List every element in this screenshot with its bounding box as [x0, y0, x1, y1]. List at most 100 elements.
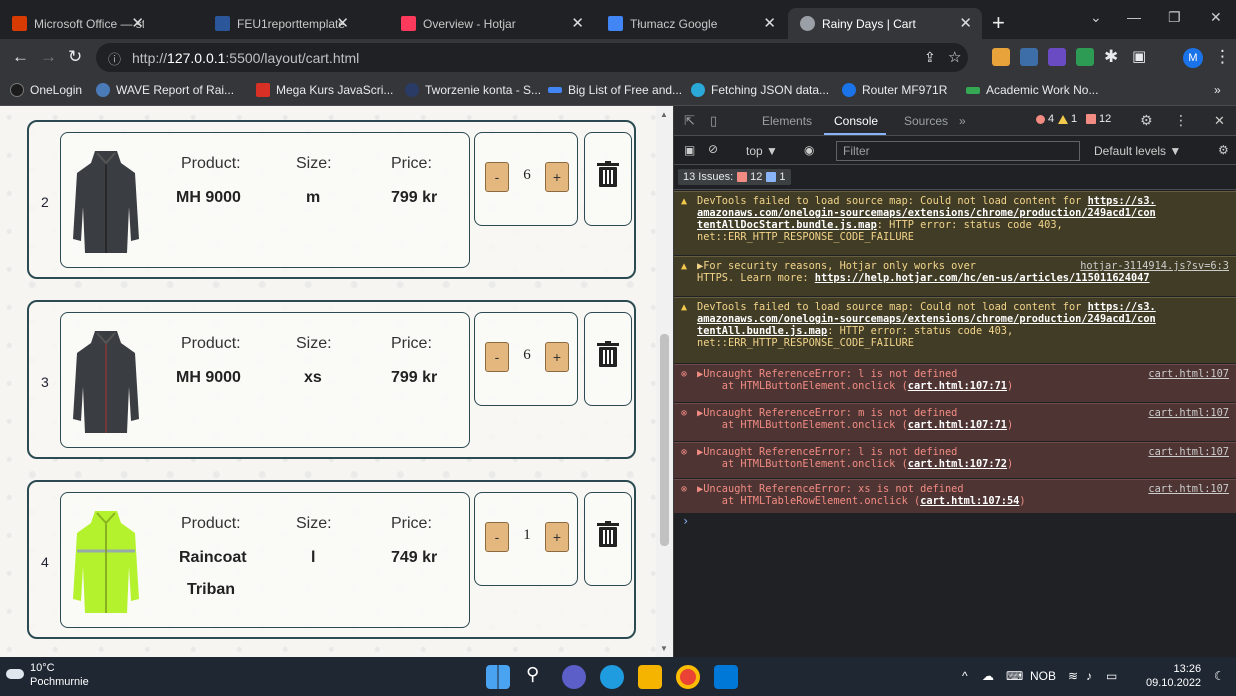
volume-icon[interactable]: ♪ [1086, 669, 1092, 683]
message-source-link[interactable]: cart.html:107 [1148, 483, 1229, 495]
tab-console[interactable]: Console [834, 114, 878, 128]
bookmark-big-list[interactable]: Big List of Free and... [548, 83, 682, 97]
device-toolbar-icon[interactable]: ▯ [710, 113, 717, 129]
message-link[interactable]: amazonaws.com/onelogin-sourcemaps/extens… [697, 207, 1229, 219]
tab-google-translate[interactable]: Tłumacz Google ✕ [596, 8, 786, 39]
message-source-link[interactable]: cart.html:107 [1148, 446, 1229, 458]
message-source-link[interactable]: hotjar-3114914.js?sv=6:3 [1080, 260, 1229, 272]
extension-icon[interactable] [1048, 48, 1066, 66]
cart-item[interactable]: 4 Product: Size: Price: Raincoat Triban … [27, 480, 636, 639]
message-link[interactable]: cart.html:107:72 [908, 458, 1007, 470]
bookmark-academic-work[interactable]: Academic Work No... [966, 83, 1098, 97]
increase-quantity-button[interactable]: + [545, 342, 569, 372]
bookmark-onelogin[interactable]: OneLogin [10, 83, 82, 97]
battery-icon[interactable]: ▭ [1106, 669, 1117, 683]
notifications-icon[interactable]: ☾ [1214, 669, 1225, 683]
puzzle-icon[interactable]: ✱ [1104, 47, 1118, 67]
file-explorer-icon[interactable] [638, 665, 662, 689]
window-close-icon[interactable]: ✕ [1210, 9, 1222, 26]
issues-bar[interactable]: 13 Issues: 12 1 [674, 165, 1236, 190]
issues-summary[interactable]: 13 Issues: 12 1 [678, 169, 791, 185]
back-icon[interactable]: ← [12, 47, 29, 67]
tray-overflow-icon[interactable]: ^ [962, 669, 968, 683]
bookmark-fetching-json[interactable]: Fetching JSON data... [691, 83, 829, 97]
message-link[interactable]: https://help.hotjar.com/hc/en-us/article… [815, 272, 1150, 284]
console-message-warning[interactable]: ▲ DevTools failed to load source map: Co… [674, 191, 1236, 255]
log-levels-dropdown[interactable]: Default levels ▼ [1094, 144, 1181, 158]
clock[interactable]: 13:26 09.10.2022 [1146, 662, 1201, 690]
console-settings-icon[interactable]: ⚙ [1218, 143, 1229, 157]
increase-quantity-button[interactable]: + [545, 162, 569, 192]
clear-console-icon[interactable]: ⊘ [708, 142, 718, 156]
devtools-menu-icon[interactable]: ⋮ [1174, 112, 1188, 129]
more-tabs-icon[interactable]: » [959, 114, 966, 128]
extension-icon[interactable] [1076, 48, 1094, 66]
tab-feu-report[interactable]: FEU1reporttemplate (3).d ✕ [203, 8, 359, 39]
increase-quantity-button[interactable]: + [545, 522, 569, 552]
warning-count-badge[interactable]: 1 [1058, 113, 1077, 125]
delete-item-button[interactable] [584, 492, 632, 586]
scroll-thumb[interactable] [660, 334, 669, 546]
console-message-warning[interactable]: ▲ DevTools failed to load source map: Co… [674, 297, 1236, 363]
message-link[interactable]: cart.html:107:71 [908, 380, 1007, 392]
close-icon[interactable]: ✕ [336, 14, 349, 32]
decrease-quantity-button[interactable]: - [485, 522, 509, 552]
close-icon[interactable]: ✕ [131, 14, 144, 32]
tab-elements[interactable]: Elements [762, 114, 812, 128]
restore-icon[interactable]: ❐ [1168, 9, 1181, 26]
menu-icon[interactable]: ⋮ [1214, 47, 1231, 67]
tab-rainy-days-cart[interactable]: Rainy Days | Cart ✕ [788, 8, 982, 39]
onedrive-icon[interactable]: ☁ [982, 669, 994, 683]
console-message-error[interactable]: ⊗ cart.html:107 ▶Uncaught ReferenceError… [674, 479, 1236, 513]
extension-icon[interactable] [992, 48, 1010, 66]
decrease-quantity-button[interactable]: - [485, 342, 509, 372]
close-icon[interactable]: ✕ [571, 14, 584, 32]
message-link[interactable]: https://s3. [1088, 301, 1156, 313]
share-icon[interactable]: ⇪ [924, 49, 936, 66]
message-link[interactable]: cart.html:107:54 [920, 495, 1019, 507]
close-icon[interactable]: ✕ [959, 14, 972, 32]
windows-start-icon[interactable] [486, 665, 510, 689]
cart-item[interactable]: 2 Product: Size: Price: MH 9000 m 799 kr… [27, 120, 636, 279]
inspect-element-icon[interactable]: ⇱ [684, 113, 695, 129]
tab-hotjar[interactable]: Overview - Hotjar ✕ [389, 8, 594, 39]
message-source-link[interactable]: cart.html:107 [1148, 407, 1229, 419]
tab-sources[interactable]: Sources [904, 114, 948, 128]
filter-input[interactable]: Filter [836, 141, 1080, 161]
search-icon[interactable]: ⚲ [526, 664, 539, 685]
tab-search-icon[interactable]: ⌄ [1090, 9, 1102, 26]
chrome-icon[interactable] [676, 665, 700, 689]
message-link[interactable]: amazonaws.com/onelogin-sourcemaps/extens… [697, 313, 1229, 325]
avatar[interactable]: M [1183, 48, 1203, 68]
chat-icon[interactable] [562, 665, 586, 689]
message-link[interactable]: tentAllDocStart.bundle.js.map [697, 219, 877, 231]
forward-icon[interactable]: → [40, 47, 57, 67]
bookmark-wave[interactable]: WAVE Report of Rai... [96, 83, 234, 97]
vscode-icon[interactable] [714, 665, 738, 689]
more-bookmarks-icon[interactable]: » [1214, 83, 1221, 97]
decrease-quantity-button[interactable]: - [485, 162, 509, 192]
keyboard-icon[interactable]: ⌨ [1006, 669, 1023, 683]
bookmark-mega-kurs[interactable]: Mega Kurs JavaScri... [256, 83, 393, 97]
tab-microsoft-office[interactable]: Microsoft Office — strona ✕ [0, 8, 154, 39]
error-count-badge[interactable]: 4 [1036, 113, 1054, 125]
console-prompt[interactable]: › [682, 514, 689, 528]
settings-gear-icon[interactable]: ⚙ [1140, 112, 1153, 129]
extension-icon[interactable] [1020, 48, 1038, 66]
new-tab-icon[interactable]: + [992, 10, 1005, 36]
cart-item[interactable]: 3 Product: Size: Price: MH 9000 xs 799 k… [27, 300, 636, 459]
sidebar-toggle-icon[interactable]: ▣ [684, 143, 695, 157]
edge-icon[interactable] [600, 665, 624, 689]
scroll-down-icon[interactable]: ▼ [660, 644, 668, 653]
console-message-error[interactable]: ⊗ cart.html:107 ▶Uncaught ReferenceError… [674, 364, 1236, 402]
minimize-icon[interactable]: — [1127, 9, 1141, 25]
message-link[interactable]: tentAll.bundle.js.map [697, 325, 827, 337]
address-bar[interactable]: ⓘ http://127.0.0.1:5500/layout/cart.html [96, 43, 968, 72]
console-message-error[interactable]: ⊗ cart.html:107 ▶Uncaught ReferenceError… [674, 403, 1236, 441]
message-link[interactable]: https://s3. [1088, 195, 1156, 207]
page-scrollbar[interactable]: ▲ ▼ [656, 106, 673, 657]
message-source-link[interactable]: cart.html:107 [1148, 368, 1229, 380]
reload-icon[interactable]: ↻ [68, 47, 82, 67]
delete-item-button[interactable] [584, 312, 632, 406]
delete-item-button[interactable] [584, 132, 632, 226]
